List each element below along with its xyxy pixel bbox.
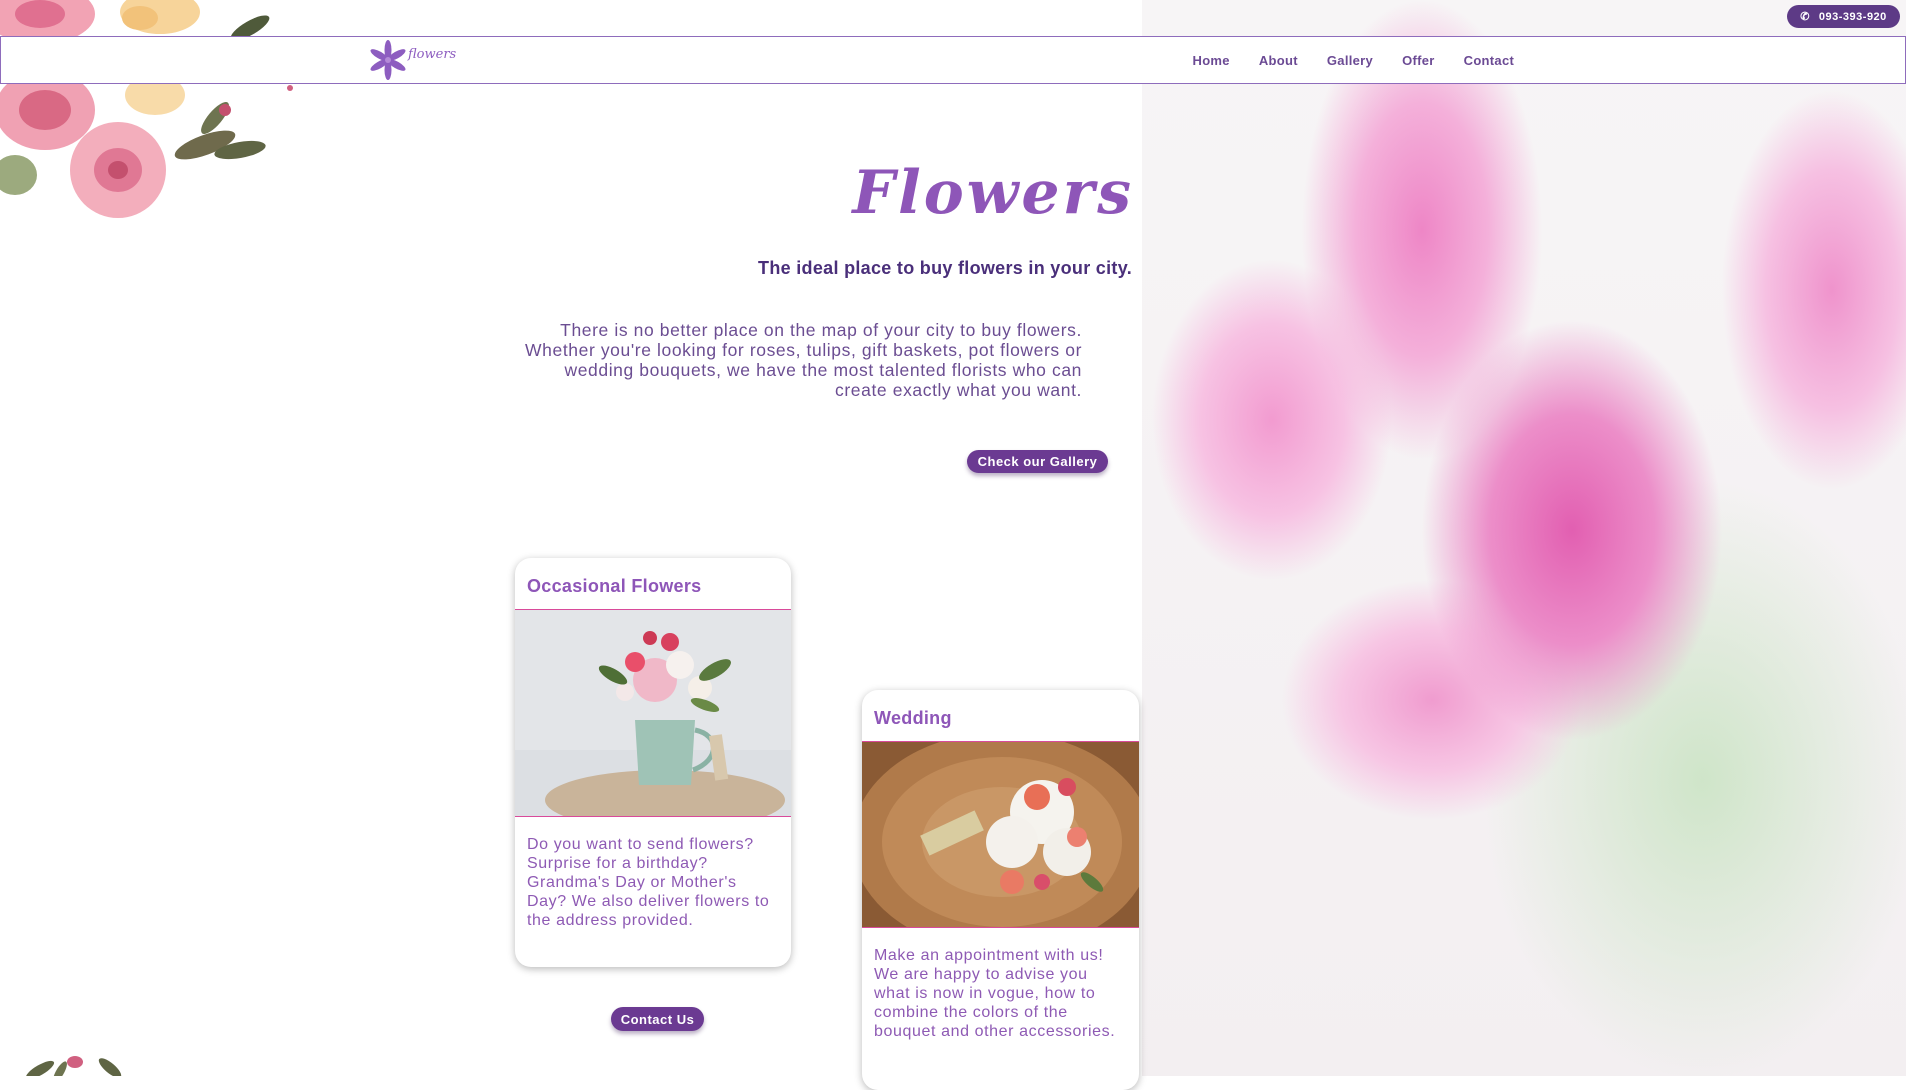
card-description: Do you want to send flowers? Surprise fo…: [527, 836, 770, 929]
phone-number-button[interactable]: ✆ 093-393-920: [1787, 5, 1900, 28]
wedding-bouquet-photo: [862, 742, 1139, 928]
logo[interactable]: flowers: [368, 38, 456, 82]
tulips-background-image: [1142, 0, 1906, 1076]
nav-contact[interactable]: Contact: [1449, 53, 1529, 68]
hero-title: Flowers: [852, 158, 1134, 228]
main-navigation: Home About Gallery Offer Contact: [1178, 37, 1529, 83]
floral-decoration-bottom-left: [25, 1056, 122, 1076]
nav-about[interactable]: About: [1244, 53, 1312, 68]
card-wedding: Wedding Make an appointment with us! We …: [862, 690, 1139, 1090]
nav-gallery[interactable]: Gallery: [1312, 53, 1387, 68]
card-description: Make an appointment with us! We are happ…: [874, 947, 1116, 1040]
flower-jug-photo: [515, 610, 791, 817]
contact-us-button[interactable]: Contact Us: [611, 1007, 704, 1031]
card-occasional-flowers: Occasional Flowers Do you want to send f…: [515, 558, 791, 967]
hero-description: There is no better place on the map of y…: [525, 320, 1082, 400]
flower-logo-icon: [370, 40, 406, 80]
card-title: Occasional Flowers: [515, 558, 791, 610]
nav-home[interactable]: Home: [1178, 53, 1244, 68]
nav-offer[interactable]: Offer: [1388, 53, 1450, 68]
phone-number-text: 093-393-920: [1818, 10, 1887, 23]
navbar: [0, 36, 1906, 84]
phone-icon: ✆: [1800, 11, 1810, 23]
hero-subtitle: The ideal place to buy flowers in your c…: [758, 258, 1132, 278]
logo-text: flowers: [408, 47, 457, 62]
check-gallery-button[interactable]: Check our Gallery: [967, 450, 1108, 473]
card-title: Wedding: [862, 690, 1139, 742]
